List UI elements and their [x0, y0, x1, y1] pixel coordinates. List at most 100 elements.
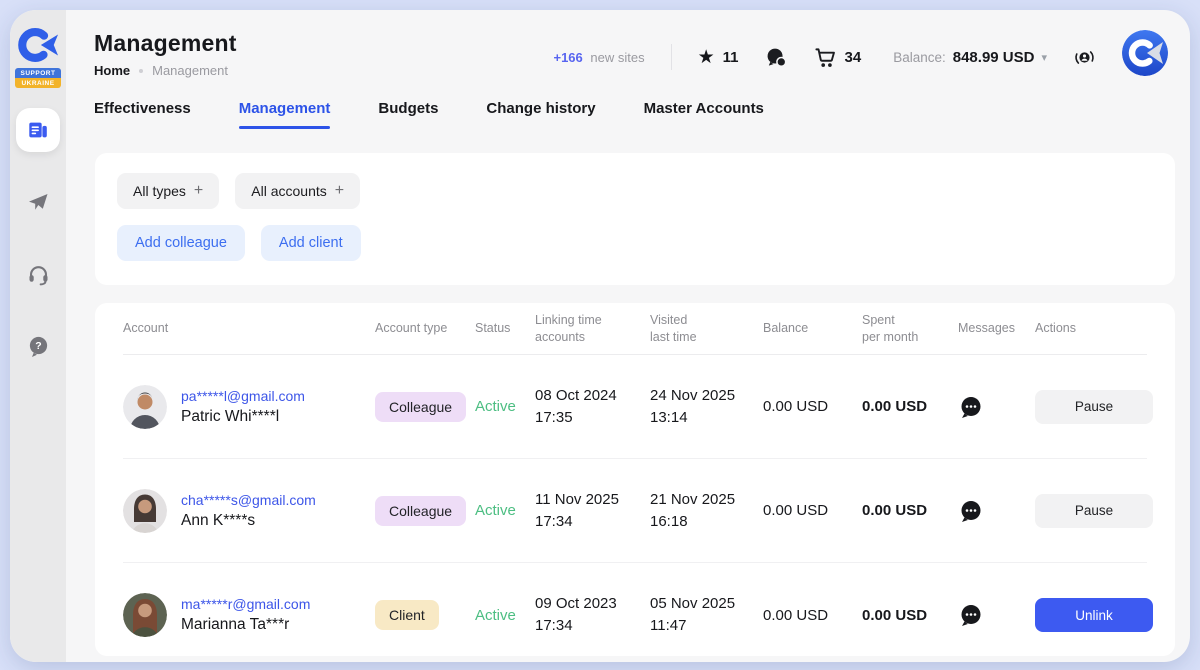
- chat-bubble-icon: [765, 46, 788, 69]
- message-bubble-icon: [958, 394, 984, 420]
- section-tabs: Effectiveness Management Budgets Change …: [94, 100, 1190, 129]
- table-row: ma*****r@gmail.com Marianna Ta***r Clien…: [123, 563, 1147, 656]
- switch-account-icon: [1073, 46, 1096, 69]
- spent-cell: 0.00 USD: [862, 502, 958, 519]
- linking-date: 11 Nov 2025: [535, 489, 650, 511]
- cart-count: 34: [845, 49, 862, 66]
- support-ukraine-badge[interactable]: SUPPORT UKRAINE: [15, 68, 61, 88]
- add-client-button[interactable]: Add client: [261, 225, 361, 261]
- new-sites-count: +166: [553, 50, 582, 65]
- table-row: cha*****s@gmail.com Ann K****s Colleague…: [123, 459, 1147, 563]
- sidebar-item-management[interactable]: [16, 108, 60, 152]
- column-header-spent: Spentper month: [862, 312, 958, 346]
- column-header-linking-time: Linking timeaccounts: [535, 312, 650, 346]
- sidebar-item-send[interactable]: [16, 180, 60, 224]
- balance-cell: 0.00 USD: [763, 398, 862, 415]
- switch-account-button[interactable]: [1073, 46, 1096, 69]
- sidebar-item-help[interactable]: ?: [16, 324, 60, 368]
- account-email[interactable]: ma*****r@gmail.com: [181, 596, 310, 612]
- column-header-account-type: Account type: [375, 320, 475, 337]
- unlink-button[interactable]: Unlink: [1035, 598, 1153, 632]
- message-bubble-icon: [958, 602, 984, 628]
- column-header-messages: Messages: [958, 320, 1035, 337]
- visited-date: 05 Nov 2025: [650, 593, 763, 615]
- new-sites-label: new sites: [590, 50, 644, 65]
- account-name: Patric Whi****l: [181, 408, 305, 426]
- profile-logo-icon: [1122, 30, 1168, 76]
- avatar: [123, 593, 167, 637]
- chevron-down-icon: ▾: [1041, 51, 1047, 64]
- column-header-account: Account: [123, 320, 375, 337]
- linking-time: 17:35: [535, 407, 650, 429]
- paper-plane-icon: [26, 190, 50, 214]
- linking-time: 17:34: [535, 511, 650, 533]
- row-message-button[interactable]: [958, 498, 1035, 524]
- visited-time: 13:14: [650, 407, 763, 429]
- visited-time: 16:18: [650, 511, 763, 533]
- linking-date: 08 Oct 2024: [535, 385, 650, 407]
- app-logo[interactable]: SUPPORT UKRAINE: [16, 24, 60, 88]
- accounts-filter-button[interactable]: All accounts +: [235, 173, 360, 209]
- linking-time: 17:34: [535, 615, 650, 637]
- favorites-count: 11: [723, 49, 739, 66]
- types-filter-label: All types: [133, 183, 186, 199]
- breadcrumb-current: Management: [152, 63, 228, 78]
- filters-panel: All types + All accounts + Add colleague…: [95, 153, 1175, 285]
- sidebar-item-support[interactable]: [16, 252, 60, 296]
- spent-cell: 0.00 USD: [862, 398, 958, 415]
- balance-cell: 0.00 USD: [763, 502, 862, 519]
- account-type-badge: Colleague: [375, 392, 466, 422]
- column-header-actions: Actions: [1035, 320, 1147, 337]
- profile-avatar[interactable]: [1122, 30, 1168, 76]
- tab-master-accounts[interactable]: Master Accounts: [644, 100, 764, 129]
- favorites-button[interactable]: ★ 11: [698, 48, 739, 67]
- headset-icon: [27, 263, 50, 286]
- message-bubble-icon: [958, 498, 984, 524]
- tab-change-history[interactable]: Change history: [486, 100, 595, 129]
- balance-cell: 0.00 USD: [763, 607, 862, 624]
- avatar: [123, 489, 167, 533]
- help-icon: ?: [27, 335, 50, 358]
- chat-button[interactable]: [765, 46, 788, 69]
- linking-date: 09 Oct 2023: [535, 593, 650, 615]
- breadcrumb-separator: [139, 69, 143, 73]
- table-header-row: Account Account type Status Linking time…: [123, 303, 1147, 355]
- visited-time: 11:47: [650, 615, 763, 637]
- add-colleague-button[interactable]: Add colleague: [117, 225, 245, 261]
- plus-icon: +: [335, 182, 344, 200]
- account-type-badge: Client: [375, 600, 439, 630]
- breadcrumb: Home Management: [94, 63, 237, 78]
- desktop-background: SUPPORT UKRAINE: [0, 0, 1200, 670]
- types-filter-button[interactable]: All types +: [117, 173, 219, 209]
- cart-icon: [814, 46, 837, 69]
- app-window: SUPPORT UKRAINE: [10, 10, 1190, 662]
- new-sites-link[interactable]: +166 new sites: [553, 50, 644, 65]
- tab-effectiveness[interactable]: Effectiveness: [94, 100, 191, 129]
- row-message-button[interactable]: [958, 394, 1035, 420]
- breadcrumb-home[interactable]: Home: [94, 63, 130, 78]
- pause-button[interactable]: Pause: [1035, 390, 1153, 424]
- news-icon: [27, 119, 49, 141]
- page-title: Management: [94, 30, 237, 57]
- column-header-status: Status: [475, 320, 535, 337]
- sidebar: SUPPORT UKRAINE: [10, 10, 66, 662]
- badge-ukraine-label: UKRAINE: [15, 78, 61, 88]
- pause-button[interactable]: Pause: [1035, 494, 1153, 528]
- balance-value: 848.99 USD: [953, 49, 1035, 66]
- account-name: Marianna Ta***r: [181, 616, 310, 634]
- spent-cell: 0.00 USD: [862, 607, 958, 624]
- account-email[interactable]: pa*****l@gmail.com: [181, 388, 305, 404]
- tab-management[interactable]: Management: [239, 100, 331, 129]
- tab-budgets[interactable]: Budgets: [378, 100, 438, 129]
- row-message-button[interactable]: [958, 602, 1035, 628]
- cart-button[interactable]: 34: [814, 46, 862, 69]
- visited-date: 24 Nov 2025: [650, 385, 763, 407]
- table-row: pa*****l@gmail.com Patric Whi****l Colle…: [123, 355, 1147, 459]
- avatar: [123, 385, 167, 429]
- account-email[interactable]: cha*****s@gmail.com: [181, 492, 316, 508]
- balance-label: Balance:: [893, 50, 946, 65]
- accounts-filter-label: All accounts: [251, 183, 326, 199]
- balance-dropdown[interactable]: Balance: 848.99 USD ▾: [893, 49, 1047, 66]
- account-name: Ann K****s: [181, 512, 316, 530]
- status-label: Active: [475, 607, 535, 624]
